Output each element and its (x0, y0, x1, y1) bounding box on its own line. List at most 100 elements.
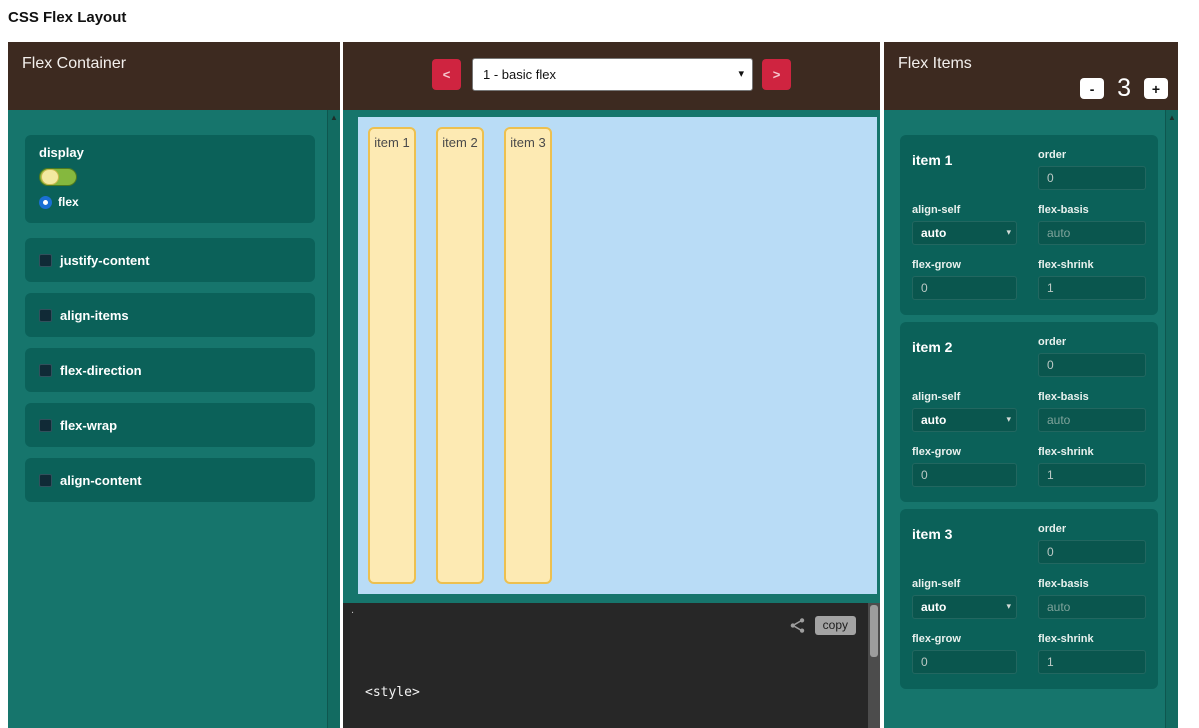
order-label: order (1038, 336, 1146, 348)
code-dot: . (351, 604, 354, 616)
align-self-select-wrap: auto ▾ (912, 221, 1017, 245)
code-text: <style> .flex-container { display: flex; (365, 645, 514, 728)
flex-basis-field: flex-basis (1038, 204, 1146, 245)
flex-shrink-input[interactable] (1038, 463, 1146, 487)
justify-content-label: justify-content (60, 253, 150, 268)
align-content-checkbox[interactable] (39, 474, 52, 487)
page-title: CSS Flex Layout (8, 9, 126, 26)
flex-container-title: Flex Container (22, 55, 126, 73)
flex-grow-field: flex-grow (912, 259, 1017, 300)
code-scrollbar-thumb[interactable] (870, 605, 878, 657)
flex-items-body: item 1 order align-self auto ▾ (884, 110, 1178, 728)
flex-item: item 2 (436, 127, 484, 584)
demo-column: < 1 - basic flex ▾ > item 1 item 2 item … (343, 42, 880, 728)
align-self-field: align-self auto ▾ (912, 391, 1017, 432)
preset-bar: < 1 - basic flex ▾ > (343, 42, 880, 110)
flex-basis-field: flex-basis (1038, 578, 1146, 619)
flex-grow-input[interactable] (912, 650, 1017, 674)
flex-item: item 3 (504, 127, 552, 584)
flex-basis-field: flex-basis (1038, 391, 1146, 432)
flex-grow-field: flex-grow (912, 446, 1017, 487)
scroll-up-icon[interactable]: ▲ (328, 110, 340, 122)
next-preset-button[interactable]: > (762, 59, 791, 90)
flex-basis-input[interactable] (1038, 408, 1146, 432)
right-panel-scrollbar[interactable]: ▲ (1165, 110, 1178, 728)
item-card-title: item 2 (912, 339, 1017, 377)
flex-grow-input[interactable] (912, 463, 1017, 487)
align-self-select[interactable]: auto (912, 595, 1017, 619)
flex-grow-input[interactable] (912, 276, 1017, 300)
align-items-label: align-items (60, 308, 129, 323)
flex-container-body: display flex justify-content align-items (8, 110, 340, 728)
code-panel: . copy <style> .flex-container { display… (343, 603, 880, 728)
flex-grow-field: flex-grow (912, 633, 1017, 674)
flex-basis-label: flex-basis (1038, 391, 1146, 403)
flex-radio-label: flex (58, 195, 79, 209)
align-self-select[interactable]: auto (912, 408, 1017, 432)
flex-items-panel: Flex Items - 3 + item 1 order align-self (884, 42, 1178, 728)
flex-shrink-label: flex-shrink (1038, 446, 1146, 458)
flex-basis-label: flex-basis (1038, 578, 1146, 590)
flex-shrink-field: flex-shrink (1038, 259, 1146, 300)
order-field: order (1038, 336, 1146, 377)
flex-shrink-label: flex-shrink (1038, 259, 1146, 271)
align-self-field: align-self auto ▾ (912, 578, 1017, 619)
flex-item: item 1 (368, 127, 416, 584)
scroll-up-icon[interactable]: ▲ (1166, 110, 1178, 122)
flex-shrink-label: flex-shrink (1038, 633, 1146, 645)
page: CSS Flex Layout Flex Container display f… (0, 0, 1199, 728)
flex-shrink-input[interactable] (1038, 650, 1146, 674)
flex-grow-label: flex-grow (912, 633, 1017, 645)
display-toggle[interactable] (39, 168, 77, 186)
share-icon[interactable] (789, 617, 806, 634)
flex-radio[interactable] (39, 196, 52, 209)
flex-radio-row: flex (39, 195, 301, 209)
flex-grow-label: flex-grow (912, 446, 1017, 458)
code-scrollbar[interactable] (868, 603, 880, 728)
flex-grow-label: flex-grow (912, 259, 1017, 271)
prev-preset-button[interactable]: < (432, 59, 461, 90)
order-input[interactable] (1038, 166, 1146, 190)
left-panel-scrollbar[interactable]: ▲ (327, 110, 340, 728)
align-items-checkbox[interactable] (39, 309, 52, 322)
remove-item-button[interactable]: - (1080, 78, 1104, 99)
item-card: item 2 order align-self auto ▾ (900, 322, 1158, 502)
item-count: 3 (1117, 74, 1131, 103)
order-field: order (1038, 149, 1146, 190)
flex-direction-label: flex-direction (60, 363, 142, 378)
align-self-select-wrap: auto ▾ (912, 595, 1017, 619)
preset-select[interactable]: 1 - basic flex (472, 58, 753, 91)
flex-direction-checkbox[interactable] (39, 364, 52, 377)
flex-shrink-input[interactable] (1038, 276, 1146, 300)
item-count-controls: - 3 + (1080, 74, 1168, 103)
copy-button[interactable]: copy (815, 616, 856, 635)
item-card-title: item 3 (912, 526, 1017, 564)
add-item-button[interactable]: + (1144, 78, 1168, 99)
flex-basis-input[interactable] (1038, 221, 1146, 245)
item-card-title: item 1 (912, 152, 1017, 190)
flex-items-header: Flex Items - 3 + (884, 42, 1178, 110)
align-self-field: align-self auto ▾ (912, 204, 1017, 245)
align-self-label: align-self (912, 391, 1017, 403)
code-tools: copy (789, 616, 856, 635)
order-input[interactable] (1038, 540, 1146, 564)
align-self-select[interactable]: auto (912, 221, 1017, 245)
preset-select-wrap: 1 - basic flex ▾ (472, 58, 753, 91)
align-self-label: align-self (912, 578, 1017, 590)
justify-content-checkbox[interactable] (39, 254, 52, 267)
toggle-knob-icon (41, 169, 59, 185)
option-justify-content: justify-content (25, 238, 315, 282)
flex-basis-input[interactable] (1038, 595, 1146, 619)
flex-wrap-label: flex-wrap (60, 418, 117, 433)
flex-container-header: Flex Container (8, 42, 340, 110)
item-card: item 1 order align-self auto ▾ (900, 135, 1158, 315)
option-flex-wrap: flex-wrap (25, 403, 315, 447)
order-label: order (1038, 523, 1146, 535)
order-input[interactable] (1038, 353, 1146, 377)
align-content-label: align-content (60, 473, 142, 488)
display-card: display flex (25, 135, 315, 223)
flex-wrap-checkbox[interactable] (39, 419, 52, 432)
flex-items-title: Flex Items (898, 55, 972, 73)
flex-container-demo: item 1 item 2 item 3 (358, 117, 877, 594)
align-self-label: align-self (912, 204, 1017, 216)
